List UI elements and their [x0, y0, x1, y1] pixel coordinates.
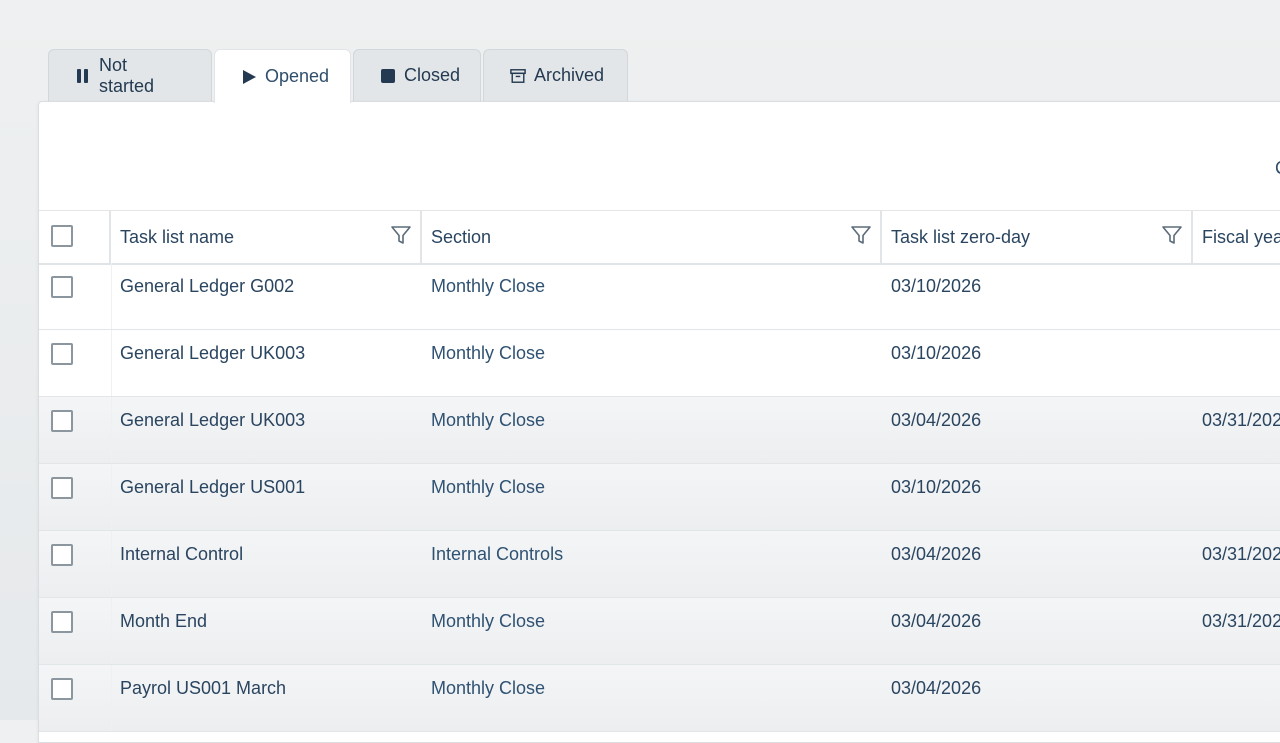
- tab-not-started[interactable]: Not started: [48, 49, 212, 101]
- table-row[interactable]: Month End Monthly Close 03/04/2026 03/31…: [39, 598, 1280, 665]
- select-all-checkbox[interactable]: [51, 225, 73, 247]
- table-row[interactable]: General Ledger UK003 Monthly Close 03/04…: [39, 397, 1280, 464]
- task-list-name[interactable]: Month End: [120, 611, 207, 632]
- tab-label: Opened: [265, 66, 330, 86]
- tab-opened[interactable]: Opened: [214, 49, 351, 103]
- section-value: Monthly Close: [431, 276, 546, 296]
- fiscal-value: 03/31/202: [1202, 544, 1280, 564]
- table-row[interactable]: General Ledger G002 Monthly Close 03/10/…: [39, 263, 1280, 330]
- row-checkbox[interactable]: [51, 678, 73, 700]
- column-title: Section: [431, 226, 492, 247]
- row-checkbox[interactable]: [51, 611, 73, 633]
- column-title: Task list zero-day: [891, 226, 1031, 247]
- section-value: Internal Controls: [431, 544, 564, 564]
- row-checkbox[interactable]: [51, 544, 73, 566]
- task-list-name[interactable]: General Ledger G002: [120, 276, 294, 297]
- column-title: Task list name: [120, 226, 235, 247]
- section-value: Monthly Close: [431, 343, 546, 363]
- task-list-name[interactable]: General Ledger UK003: [120, 343, 305, 364]
- fiscal-value: 03/31/202: [1202, 410, 1280, 430]
- filter-icon[interactable]: [1161, 224, 1183, 246]
- tab-archived[interactable]: Archived: [483, 49, 628, 101]
- section-value: Monthly Close: [431, 410, 546, 430]
- row-checkbox[interactable]: [51, 276, 73, 298]
- zero-day-value: 03/10/2026: [891, 276, 982, 296]
- filter-icon[interactable]: [850, 224, 872, 246]
- task-list-panel: C Task list name Section Task list zero-…: [38, 101, 1280, 743]
- column-header-task-list-name[interactable]: Task list name: [111, 211, 422, 263]
- table-header: Task list name Section Task list zero-da…: [39, 210, 1280, 265]
- filter-icon[interactable]: [390, 224, 412, 246]
- section-value: Monthly Close: [431, 678, 546, 698]
- row-checkbox[interactable]: [51, 477, 73, 499]
- zero-day-value: 03/04/2026: [891, 611, 982, 631]
- column-title: Fiscal yea: [1202, 226, 1280, 247]
- column-header-zero-day[interactable]: Task list zero-day: [882, 211, 1193, 263]
- tab-label: Archived: [534, 65, 605, 85]
- zero-day-value: 03/04/2026: [891, 678, 982, 698]
- task-list-name[interactable]: General Ledger UK003: [120, 410, 305, 431]
- toolbar-truncated-text: C: [1275, 158, 1280, 179]
- row-checkbox[interactable]: [51, 343, 73, 365]
- tab-closed[interactable]: Closed: [353, 49, 481, 101]
- status-tabs: Not started Opened Closed Archived: [48, 49, 628, 103]
- archive-icon: [510, 68, 526, 84]
- fiscal-value: 03/31/202: [1202, 611, 1280, 631]
- section-value: Monthly Close: [431, 477, 546, 497]
- play-icon: [241, 69, 257, 85]
- column-header-section[interactable]: Section: [422, 211, 882, 263]
- table-row[interactable]: General Ledger US001 Monthly Close 03/10…: [39, 464, 1280, 531]
- zero-day-value: 03/04/2026: [891, 544, 982, 564]
- task-list-name[interactable]: Payrol US001 March: [120, 678, 286, 699]
- stop-icon: [380, 68, 396, 84]
- tab-label: Not started: [99, 54, 155, 96]
- header-select-cell: [39, 211, 111, 263]
- zero-day-value: 03/10/2026: [891, 477, 982, 497]
- table-body: General Ledger G002 Monthly Close 03/10/…: [39, 263, 1280, 732]
- column-header-fiscal-year[interactable]: Fiscal yea: [1193, 211, 1280, 263]
- table-row[interactable]: Internal Control Internal Controls 03/04…: [39, 531, 1280, 598]
- zero-day-value: 03/04/2026: [891, 410, 982, 430]
- zero-day-value: 03/10/2026: [891, 343, 982, 363]
- task-list-name[interactable]: General Ledger US001: [120, 477, 305, 498]
- row-checkbox[interactable]: [51, 410, 73, 432]
- section-value: Monthly Close: [431, 611, 546, 631]
- table-row[interactable]: Payrol US001 March Monthly Close 03/04/2…: [39, 665, 1280, 732]
- tab-label: Closed: [404, 65, 461, 85]
- table-row[interactable]: General Ledger UK003 Monthly Close 03/10…: [39, 330, 1280, 397]
- task-list-name[interactable]: Internal Control: [120, 544, 243, 565]
- pause-icon: [75, 68, 91, 84]
